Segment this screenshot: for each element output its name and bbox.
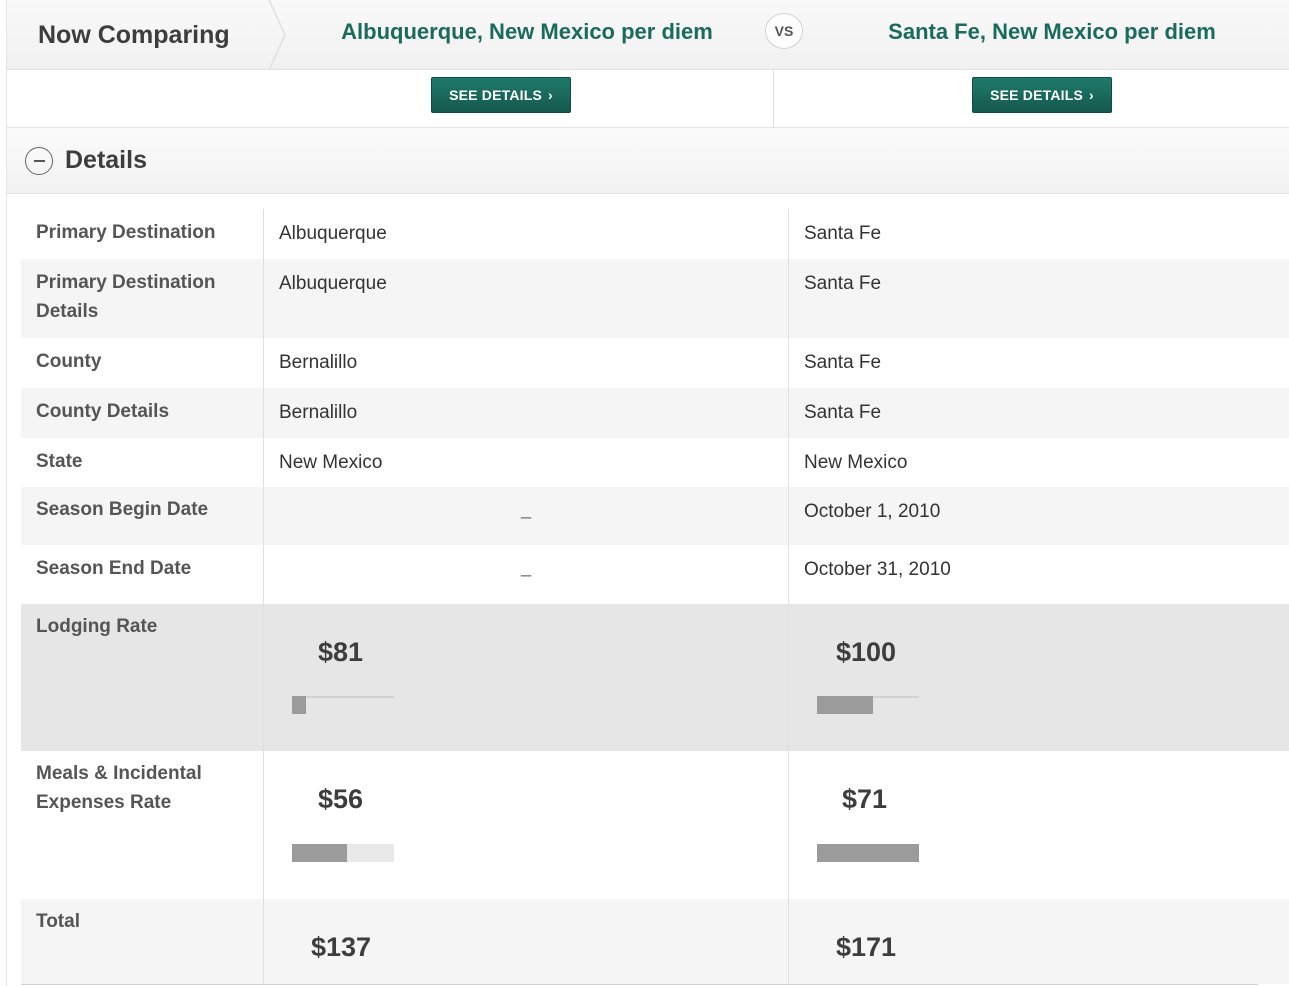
minus-circle-icon[interactable] (25, 146, 53, 175)
see-details-row: SEE DETAILS › SEE DETAILS › (6, 70, 1289, 128)
chevron-right-icon: › (548, 87, 553, 103)
vs-badge: VS (765, 13, 803, 49)
lodging-rate-a: $81 (318, 637, 364, 667)
table-row: Season Begin Date – October 1, 2010 (21, 487, 1289, 545)
value-b: Santa Fe (804, 402, 882, 423)
row-label: Meals & Incidental Expenses Rate (21, 751, 264, 899)
total-rate-a: $137 (311, 932, 372, 962)
table-row-meals: Meals & Incidental Expenses Rate $56 $71 (21, 751, 1289, 899)
meals-rate-b: $71 (842, 784, 888, 814)
value-a: $56 (264, 751, 789, 899)
see-details-button-b[interactable]: SEE DETAILS › (972, 77, 1112, 113)
row-label: County Details (21, 388, 264, 438)
value-b: $171 (789, 899, 1289, 984)
table-row: Primary Destination Albuquerque Santa Fe (21, 209, 1289, 259)
row-label: Season End Date (21, 545, 264, 604)
table-row: County Details Bernalillo Santa Fe (21, 388, 1289, 438)
table-row-total: Total $137 $171 (21, 899, 1289, 984)
row-label: State (21, 438, 264, 487)
place-a-title[interactable]: Albuquerque, New Mexico per diem (307, 0, 747, 64)
lodging-bar-fill-b (817, 696, 874, 714)
value-a: Bernalillo (264, 388, 789, 438)
row-label: Lodging Rate (21, 604, 264, 751)
total-rate-b: $171 (836, 932, 897, 962)
see-details-label: SEE DETAILS (449, 87, 543, 103)
compare-header: Now Comparing Albuquerque, New Mexico pe… (6, 0, 1289, 70)
column-divider (773, 70, 774, 128)
value-b: October 31, 2010 (804, 559, 951, 580)
see-details-button-a[interactable]: SEE DETAILS › (431, 77, 571, 113)
meals-rate-a: $56 (318, 784, 364, 814)
value-a: Bernalillo (264, 338, 789, 388)
table-row: Season End Date – October 31, 2010 (21, 545, 1289, 604)
details-section-header[interactable]: Details (6, 128, 1289, 194)
chevron-right-icon: › (1089, 87, 1094, 103)
value-a: – (264, 487, 789, 545)
value-a: Albuquerque (264, 259, 789, 338)
details-title: Details (65, 146, 147, 174)
value-b: New Mexico (804, 452, 908, 473)
meals-bar-fill-a (292, 844, 348, 862)
place-b-title[interactable]: Santa Fe, New Mexico per diem (847, 0, 1257, 64)
value-a: New Mexico (264, 438, 789, 487)
lodging-bar-a (292, 696, 394, 714)
table-row: County Bernalillo Santa Fe (21, 338, 1289, 388)
row-label: County (21, 338, 264, 388)
lodging-bar-fill-a (292, 696, 307, 714)
value-b: $71 (789, 751, 1289, 899)
row-label: Season Begin Date (21, 487, 264, 545)
value-a: $137 (264, 899, 789, 984)
see-details-label: SEE DETAILS (990, 87, 1084, 103)
row-label: Primary Destination (21, 209, 264, 259)
value-b: Santa Fe (804, 273, 882, 294)
now-comparing-label: Now Comparing (38, 20, 230, 49)
table-row-lodging: Lodging Rate $81 $100 (21, 604, 1289, 751)
meals-bar-a (292, 844, 394, 862)
header-separator-chevron-icon (268, 0, 286, 70)
value-a: – (264, 545, 789, 604)
comparison-table: Primary Destination Albuquerque Santa Fe… (6, 194, 1289, 986)
lodging-bar-b (817, 696, 919, 714)
meals-bar-fill-b (817, 844, 919, 862)
meals-bar-b (817, 844, 919, 862)
value-a: Albuquerque (264, 209, 789, 259)
value-b: Santa Fe (804, 352, 882, 373)
empty-dash: – (520, 507, 532, 528)
row-label: Primary Destination Details (21, 259, 264, 338)
empty-dash: – (520, 565, 532, 586)
table-row: State New Mexico New Mexico (21, 438, 1289, 487)
table-bottom-rule (21, 984, 1258, 985)
lodging-rate-b: $100 (836, 637, 897, 667)
value-b: Santa Fe (804, 223, 882, 244)
value-a: $81 (264, 604, 789, 751)
value-b: $100 (789, 604, 1289, 751)
row-label: Total (21, 899, 264, 984)
table-row: Primary Destination Details Albuquerque … (21, 259, 1289, 338)
value-b: October 1, 2010 (804, 501, 941, 522)
